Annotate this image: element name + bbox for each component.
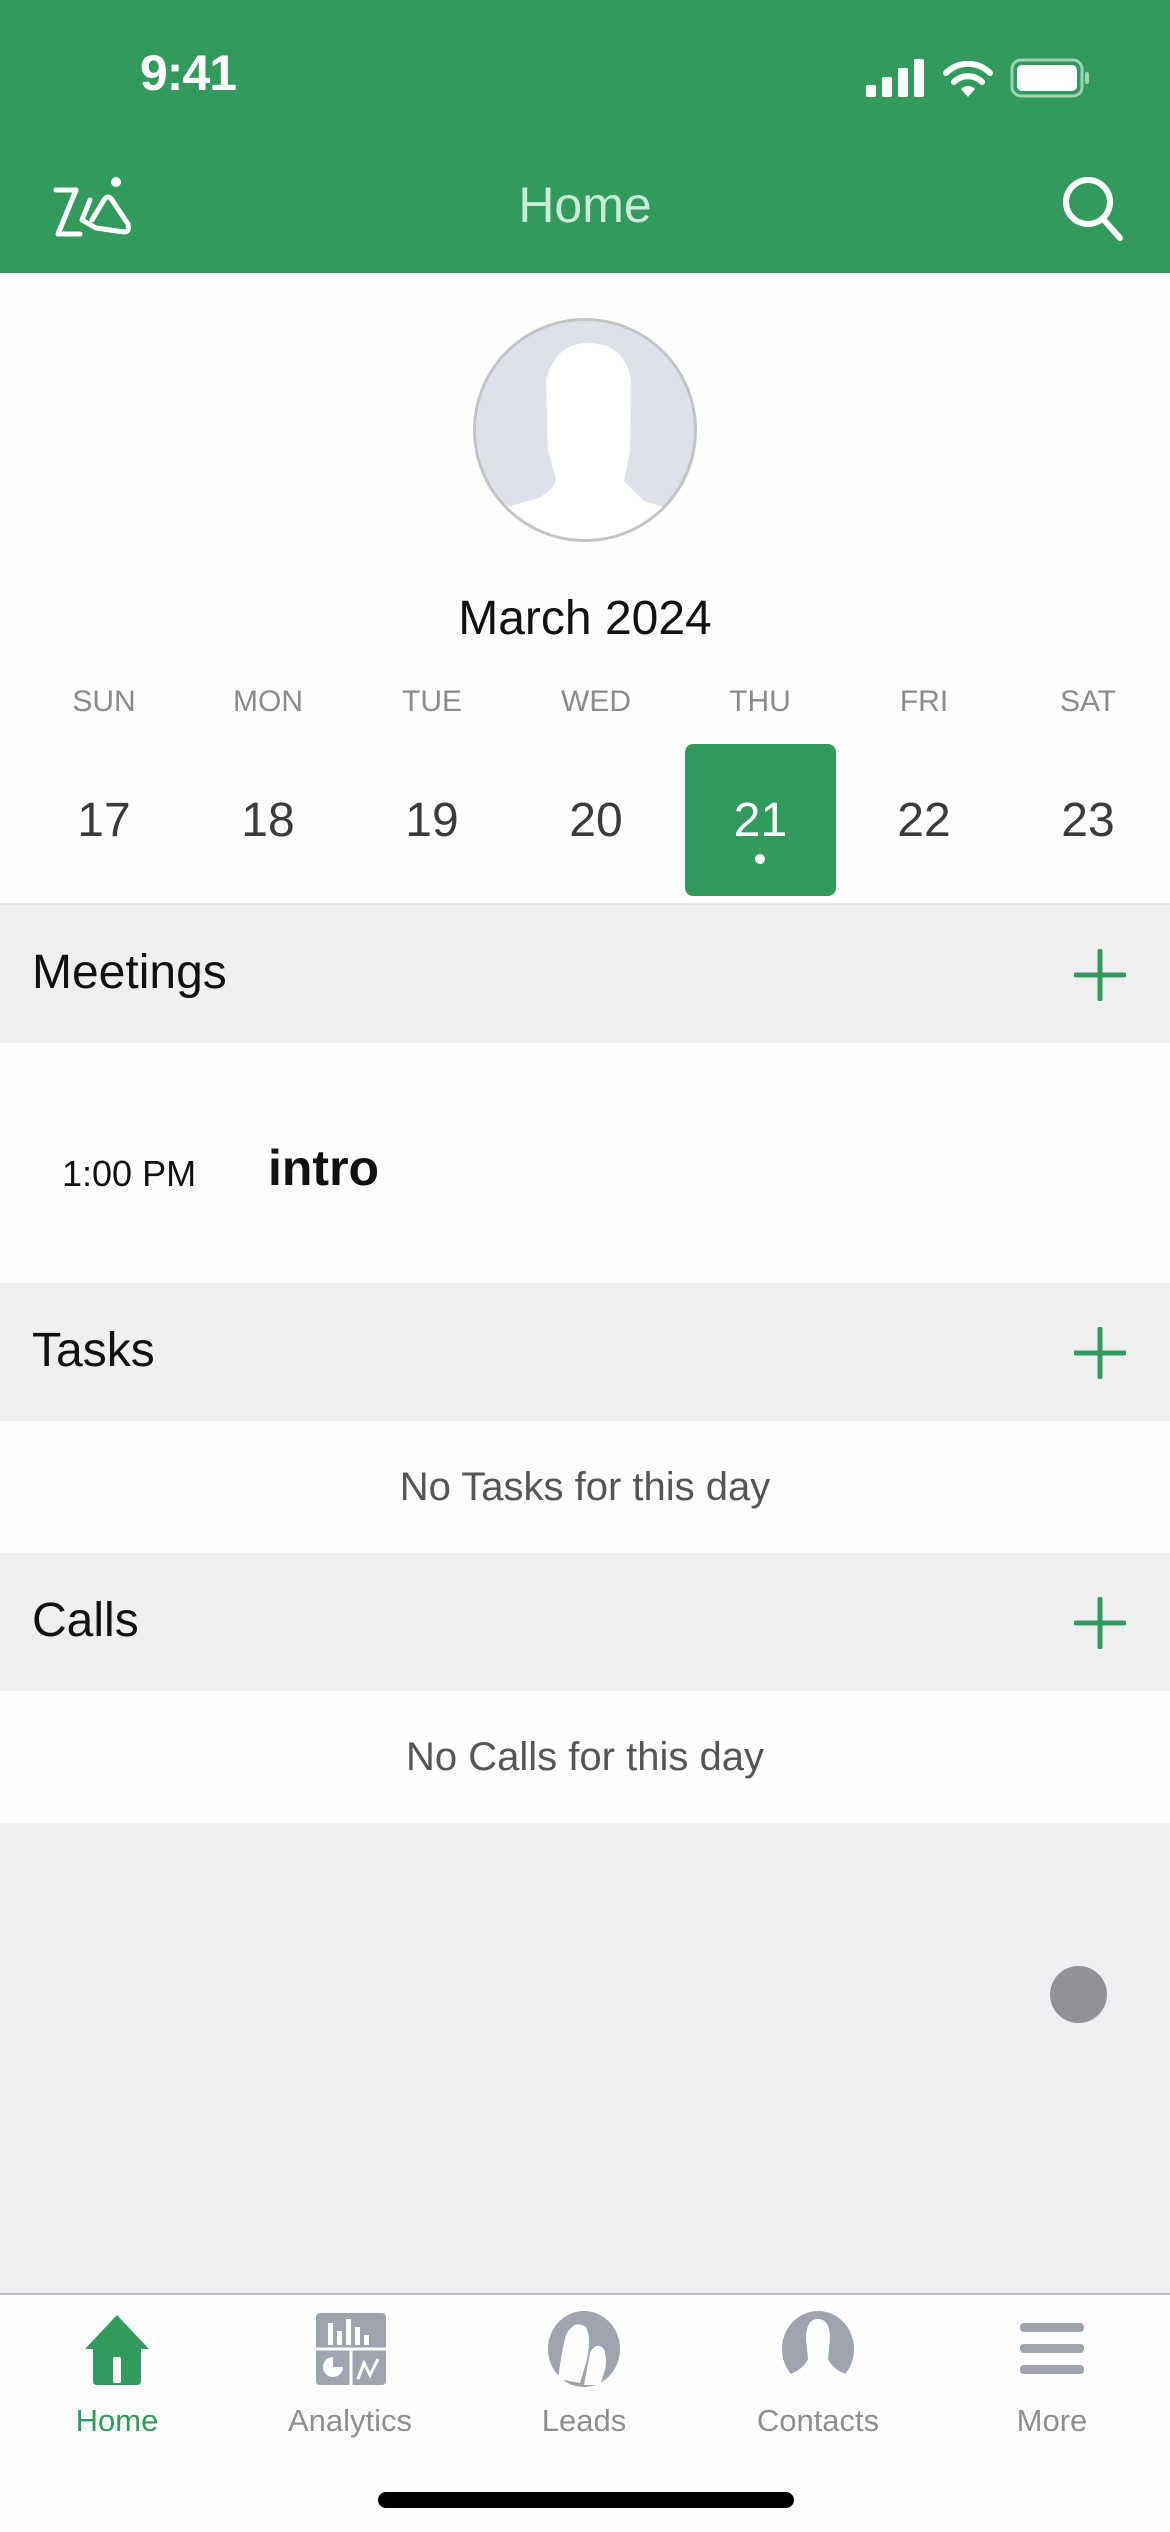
cellular-signal-icon — [866, 59, 924, 97]
status-time: 9:41 — [140, 45, 237, 101]
weekday-label: SAT — [1059, 685, 1117, 718]
meeting-list-item[interactable]: 1:00 PM intro — [0, 1043, 1170, 1283]
menu-icon — [1020, 2323, 1084, 2374]
leads-icon — [548, 2311, 620, 2387]
tab-label: More — [1016, 2403, 1088, 2438]
tab-label: Analytics — [287, 2403, 413, 2438]
weekday-label: SUN — [72, 685, 136, 718]
date-cell-selected[interactable]: 21 — [684, 744, 836, 896]
weekday-label: MON — [233, 685, 303, 718]
calls-empty-message: No Calls for this day — [406, 1734, 764, 1779]
weekday-label: FRI — [899, 685, 949, 718]
avatar[interactable] — [473, 318, 697, 542]
date-row: 17 18 19 20 21 22 23 — [0, 744, 1170, 896]
tasks-title: Tasks — [32, 1324, 155, 1377]
weekday-label: TUE — [402, 685, 462, 718]
weekday-label: WED — [561, 685, 631, 718]
date-number: 18 — [241, 793, 295, 847]
tab-contacts[interactable]: Contacts — [701, 2309, 935, 2439]
date-cell[interactable]: 22 — [842, 744, 1006, 896]
app-header: 9:41 Home — [0, 0, 1170, 273]
date-cell[interactable]: 19 — [350, 744, 514, 896]
home-icon — [85, 2315, 149, 2385]
tab-label: Contacts — [756, 2403, 880, 2438]
tab-label: Home — [75, 2403, 159, 2438]
tab-home[interactable]: Home — [0, 2309, 234, 2439]
add-task-button[interactable] — [1074, 1327, 1126, 1379]
user-silhouette-icon — [476, 342, 694, 539]
tab-label: Leads — [541, 2403, 627, 2438]
floating-assistive-button[interactable] — [1050, 1966, 1107, 2023]
date-cell[interactable]: 20 — [514, 744, 678, 896]
search-icon[interactable] — [1060, 172, 1128, 244]
date-number: 21 — [733, 793, 788, 847]
date-number: 19 — [405, 793, 459, 847]
analytics-icon — [316, 2313, 386, 2385]
event-indicator-dot — [755, 854, 766, 864]
tab-leads[interactable]: Leads — [467, 2309, 701, 2439]
tasks-empty-state: No Tasks for this day — [0, 1421, 1170, 1553]
calls-section-header: Calls — [0, 1553, 1170, 1691]
weekday-row: SUN MON TUE WED THU FRI SAT — [0, 685, 1170, 719]
date-number: 23 — [1061, 793, 1115, 847]
tasks-empty-message: No Tasks for this day — [399, 1464, 771, 1509]
page-title: Home — [518, 177, 652, 233]
calls-title: Calls — [32, 1594, 139, 1647]
contacts-icon — [782, 2311, 854, 2387]
calendar-area: March 2024 SUN MON TUE WED THU FRI SAT 1… — [0, 273, 1170, 905]
battery-icon — [1010, 58, 1089, 98]
meeting-title: intro — [268, 1140, 380, 1196]
meeting-time: 1:00 PM — [62, 1153, 197, 1194]
tasks-section-header: Tasks — [0, 1283, 1170, 1421]
add-call-button[interactable] — [1074, 1597, 1126, 1649]
date-number: 20 — [569, 793, 623, 847]
date-number: 17 — [77, 793, 131, 847]
weekday-label: THU — [729, 685, 791, 718]
wifi-icon — [943, 60, 993, 97]
meetings-title: Meetings — [32, 946, 227, 999]
date-cell[interactable]: 17 — [22, 744, 186, 896]
date-number: 22 — [897, 793, 951, 847]
home-indicator[interactable] — [378, 2492, 794, 2508]
meetings-section-header: Meetings — [0, 905, 1170, 1043]
tab-analytics[interactable]: Analytics — [233, 2309, 467, 2439]
tab-more[interactable]: More — [935, 2309, 1169, 2439]
month-label[interactable]: March 2024 — [0, 591, 1170, 646]
date-cell[interactable]: 18 — [186, 744, 350, 896]
add-meeting-button[interactable] — [1074, 949, 1126, 1001]
calls-empty-state: No Calls for this day — [0, 1691, 1170, 1823]
date-cell[interactable]: 23 — [1006, 744, 1170, 896]
status-icons — [866, 58, 1092, 98]
